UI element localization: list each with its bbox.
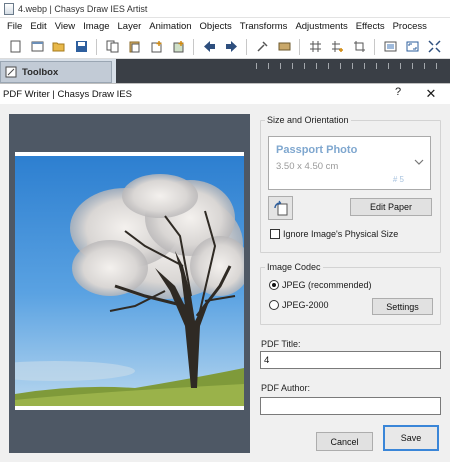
open-icon[interactable] [51, 39, 67, 55]
codec-option-jpeg2000[interactable]: JPEG-2000 [269, 300, 329, 310]
jpeg-radio[interactable] [269, 280, 279, 290]
fullscreen-icon[interactable] [404, 39, 420, 55]
menu-transforms[interactable]: Transforms [236, 21, 292, 32]
toolbar-separator [96, 38, 97, 55]
menu-bar: File Edit View Image Layer Animation Obj… [0, 18, 450, 35]
pdf-title-input[interactable] [260, 351, 441, 369]
tree-photo-preview [15, 156, 244, 406]
image-codec-group: Image Codec JPEG (recommended) JPEG-2000… [260, 262, 441, 325]
chevron-down-icon [414, 159, 424, 165]
expand-icon[interactable] [426, 39, 442, 55]
size-orientation-group: Size and Orientation Passport Photo 3.50… [260, 115, 441, 253]
menu-process[interactable]: Process [389, 21, 431, 32]
grid-add-icon[interactable] [329, 39, 345, 55]
ignore-physical-size-label: Ignore Image's Physical Size [283, 229, 399, 239]
menu-edit[interactable]: Edit [26, 21, 50, 32]
menu-adjustments[interactable]: Adjustments [291, 21, 351, 32]
menu-image[interactable]: Image [79, 21, 113, 32]
toolbar [0, 35, 450, 59]
toolbox-label: Toolbox [22, 66, 59, 78]
codec-settings-button[interactable]: Settings [372, 298, 433, 315]
menu-objects[interactable]: Objects [196, 21, 236, 32]
cancel-button[interactable]: Cancel [316, 432, 373, 451]
pdf-title-label: PDF Title: [261, 339, 301, 349]
insert-layer-icon[interactable] [170, 39, 186, 55]
save-icon[interactable] [73, 39, 89, 55]
canvas-area [116, 59, 450, 83]
paper-dimensions: 3.50 x 4.50 cm [276, 161, 339, 172]
paper-name: Passport Photo [276, 144, 358, 156]
menu-effects[interactable]: Effects [352, 21, 389, 32]
menu-file[interactable]: File [3, 21, 26, 32]
codec-option-jpeg[interactable]: JPEG (recommended) [269, 280, 372, 290]
toolbar-separator [299, 38, 300, 55]
pdf-author-input[interactable] [260, 397, 441, 415]
insert-icon[interactable] [148, 39, 164, 55]
pdf-writer-dialog: PDF Writer | Chasys Draw IES ? ✕ Size an… [0, 83, 450, 462]
rotate-orientation-button[interactable] [268, 196, 293, 220]
undo-arrow-icon[interactable] [201, 39, 217, 55]
rotate-page-icon [273, 200, 287, 216]
toolbar-separator [246, 38, 247, 55]
preview-panel [9, 114, 250, 453]
ignore-physical-size-option[interactable]: Ignore Image's Physical Size [270, 229, 398, 239]
dialog-title: PDF Writer | Chasys Draw IES [3, 88, 132, 100]
paper-index: # 5 [392, 175, 404, 184]
workspace-strip: Toolbox [0, 59, 450, 83]
ruler [256, 63, 446, 69]
dialog-titlebar: PDF Writer | Chasys Draw IES ? ✕ [0, 84, 450, 104]
edit-paper-button[interactable]: Edit Paper [350, 198, 432, 216]
size-orientation-legend: Size and Orientation [265, 115, 351, 125]
menu-view[interactable]: View [51, 21, 79, 32]
copy-icon[interactable] [104, 39, 120, 55]
menu-layer[interactable]: Layer [114, 21, 146, 32]
toolbox-panel-header[interactable]: Toolbox [0, 61, 112, 83]
paper-size-dropdown[interactable]: Passport Photo 3.50 x 4.50 cm # 5 [268, 136, 431, 190]
ignore-physical-size-checkbox[interactable] [270, 229, 280, 239]
toolbox-icon [5, 66, 17, 78]
new-window-icon[interactable] [29, 39, 45, 55]
page-preview [15, 152, 244, 410]
crop-icon[interactable] [351, 39, 367, 55]
toolbar-separator [374, 38, 375, 55]
document-icon [4, 2, 14, 15]
jpeg2000-label: JPEG-2000 [282, 300, 329, 310]
close-button[interactable]: ✕ [424, 86, 438, 102]
menu-animation[interactable]: Animation [145, 21, 195, 32]
toolbar-separator [193, 38, 194, 55]
frame-icon[interactable] [276, 39, 292, 55]
fit-icon[interactable] [382, 39, 398, 55]
help-button[interactable]: ? [392, 86, 404, 102]
jpeg-label: JPEG (recommended) [282, 280, 372, 290]
app-titlebar: 4.webp | Chasys Draw IES Artist [0, 0, 450, 18]
paste-icon[interactable] [126, 39, 142, 55]
redo-arrow-icon[interactable] [223, 39, 239, 55]
image-codec-legend: Image Codec [265, 262, 323, 272]
save-button[interactable]: Save [383, 425, 439, 451]
tool-icon[interactable] [254, 39, 270, 55]
app-title: 4.webp | Chasys Draw IES Artist [18, 3, 148, 14]
pdf-author-label: PDF Author: [261, 383, 311, 393]
jpeg2000-radio[interactable] [269, 300, 279, 310]
new-icon[interactable] [7, 39, 23, 55]
grid-icon[interactable] [307, 39, 323, 55]
